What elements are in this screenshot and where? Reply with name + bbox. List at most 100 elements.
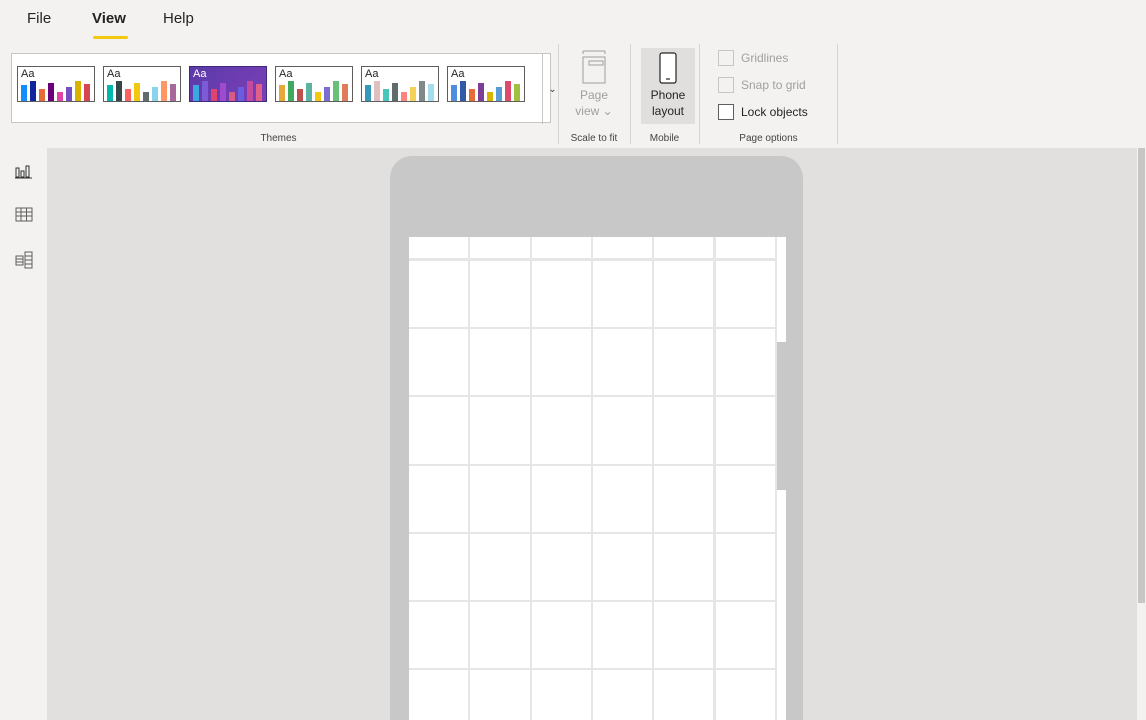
theme-swatch-label: Aa (193, 68, 207, 80)
lock-objects-label: Lock objects (741, 105, 808, 119)
grid-cell (592, 534, 653, 600)
theme-swatch[interactable]: Aa (189, 66, 267, 102)
phone-icon (659, 52, 677, 84)
theme-swatch-label: Aa (451, 68, 465, 80)
phone-canvas-scrollbar[interactable] (777, 237, 786, 720)
phone-layout-label-line2: layout (651, 104, 685, 118)
scrollbar-thumb[interactable] (1138, 148, 1145, 603)
grid-cell (470, 602, 530, 668)
scale-to-fit-group-label: Scale to fit (570, 133, 618, 144)
theme-preview-bars-icon (451, 81, 520, 101)
chevron-down-icon: ⌄ (548, 83, 557, 95)
grid-cell (654, 466, 714, 532)
grid-cell (409, 261, 469, 327)
grid-cell (531, 670, 591, 720)
snap-to-grid-label: Snap to grid (741, 78, 806, 92)
grid-cell (592, 466, 653, 532)
grid-cell (715, 261, 775, 327)
grid-cell (409, 466, 469, 532)
tab-view[interactable]: View (92, 10, 126, 27)
tab-file[interactable]: File (27, 10, 51, 27)
theme-swatch[interactable]: Aa (361, 66, 439, 102)
canvas-vertical-scrollbar[interactable] (1137, 148, 1146, 720)
theme-preview-bars-icon (21, 81, 90, 101)
model-view-button[interactable] (12, 248, 36, 272)
grid-cell (409, 534, 469, 600)
ribbon: Aa Aa Aa Aa Aa Aa ⌄ Themes Page view ⌄ Scale … (0, 42, 1146, 148)
tab-help[interactable]: Help (163, 10, 194, 27)
data-table-icon (15, 207, 33, 222)
grid-cell (715, 397, 775, 464)
grid-cell (470, 534, 530, 600)
gridlines-checkbox[interactable]: Gridlines (718, 48, 788, 68)
grid-cell (531, 466, 591, 532)
model-icon (15, 251, 33, 269)
page-view-button[interactable]: Page view ⌄ (567, 48, 621, 124)
grid-cell (654, 397, 714, 464)
grid-cell (654, 602, 714, 668)
themes-group: Aa Aa Aa Aa Aa Aa ⌄ Themes (0, 42, 557, 148)
grid-cell (531, 397, 591, 464)
grid-cell (654, 670, 714, 720)
grid-cell (592, 329, 653, 395)
grid-cell (470, 329, 530, 395)
grid-cell (715, 602, 775, 668)
theme-swatch-label: Aa (107, 68, 121, 80)
grid-cell (409, 329, 469, 395)
grid-cell (654, 237, 714, 258)
page-view-icon (582, 50, 606, 84)
grid-cell (715, 329, 775, 395)
grid-cell (470, 261, 530, 327)
grid-cell (715, 237, 775, 258)
grid-cell (531, 602, 591, 668)
grid-cell (470, 397, 530, 464)
grid-cell (470, 237, 530, 258)
theme-swatch[interactable]: Aa (275, 66, 353, 102)
theme-preview-bars-icon (279, 81, 348, 101)
snap-to-grid-checkbox[interactable]: Snap to grid (718, 75, 806, 95)
mobile-group: Phone layout Mobile (631, 42, 698, 148)
checkbox-box (718, 104, 734, 120)
grid-cell (654, 534, 714, 600)
theme-preview-bars-icon (193, 81, 262, 101)
phone-layout-label-line1: Phone (650, 88, 686, 102)
grid-cell (654, 329, 714, 395)
group-divider (837, 44, 838, 144)
menu-bar: File View Help (0, 0, 1146, 42)
theme-swatch-label: Aa (21, 68, 35, 80)
grid-cell (409, 237, 469, 258)
theme-swatch[interactable]: Aa (447, 66, 525, 102)
phone-canvas-grid[interactable] (409, 237, 786, 720)
grid-cell (592, 261, 653, 327)
grid-cell (470, 670, 530, 720)
theme-swatch[interactable]: Aa (103, 66, 181, 102)
grid-cell (531, 329, 591, 395)
grid-cell (592, 602, 653, 668)
lock-objects-checkbox[interactable]: Lock objects (718, 102, 808, 122)
theme-preview-bars-icon (365, 81, 434, 101)
mobile-group-label: Mobile (649, 133, 680, 144)
grid-cell (470, 466, 530, 532)
scrollbar-thumb[interactable] (777, 342, 786, 490)
theme-swatch[interactable]: Aa (17, 66, 95, 102)
grid-cell (409, 397, 469, 464)
grid-cell (531, 534, 591, 600)
scale-to-fit-group: Page view ⌄ Scale to fit (559, 42, 629, 148)
data-view-button[interactable] (12, 202, 36, 226)
grid-cell (409, 602, 469, 668)
report-view-button[interactable] (12, 160, 36, 184)
themes-gallery: Aa Aa Aa Aa Aa Aa ⌄ (11, 53, 557, 124)
grid-cell (715, 670, 775, 720)
theme-swatch-label: Aa (365, 68, 379, 80)
page-view-label-line2: view ⌄ (575, 104, 613, 118)
grid-cell (592, 670, 653, 720)
grid-cell (531, 261, 591, 327)
report-icon (15, 165, 32, 179)
grid-cell (715, 534, 775, 600)
page-options-group-label: Page options (739, 133, 798, 144)
view-switcher-rail (0, 148, 47, 720)
phone-layout-button[interactable]: Phone layout (641, 48, 695, 124)
active-tab-indicator (93, 36, 128, 39)
grid-cell (409, 670, 469, 720)
themes-group-label: Themes (260, 133, 297, 144)
